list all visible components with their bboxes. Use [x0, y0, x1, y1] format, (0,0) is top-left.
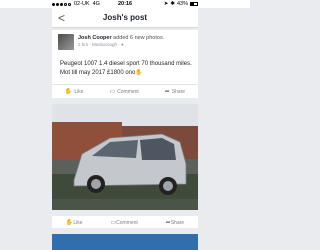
like-icon: ✋ — [64, 89, 73, 95]
clock: 20:16 — [118, 1, 133, 7]
post-meta: 2 hrs · Mexborough · ● — [78, 42, 124, 47]
avatar[interactable] — [58, 34, 74, 50]
car-photo[interactable] — [52, 104, 198, 210]
post-action-text: added 6 new photos. — [113, 35, 165, 41]
photo-share-button[interactable]: ➦Share — [166, 219, 184, 226]
battery-percent: 43% — [176, 1, 188, 7]
share-label: Share — [171, 88, 186, 95]
post-card: Josh Cooper added 6 new photos. 2 hrs · … — [52, 30, 198, 98]
comment-icon: ▭ — [109, 89, 116, 95]
post-body-text: Peugeot 1007 1.4 diesel sport 70 thousan… — [60, 61, 192, 76]
status-left: 02-UK 4G — [52, 1, 100, 7]
like-label: Like — [74, 88, 84, 95]
right-margin — [198, 8, 250, 250]
signal-icon — [52, 2, 71, 6]
author-name[interactable]: Josh Cooper — [78, 35, 112, 41]
network-label: 4G — [92, 1, 100, 7]
photo-comment-button[interactable]: ▭Comment — [110, 219, 137, 226]
page-title: Josh's post — [102, 13, 148, 22]
next-photo-preview[interactable] — [52, 234, 198, 250]
share-icon: ➦ — [164, 89, 170, 95]
post-actions: ✋ Like ▭ Comment ➦ Share — [52, 84, 198, 98]
left-margin — [0, 8, 52, 250]
car-photo-image — [52, 104, 198, 210]
photo-actions: ✋Like ▭Comment ➦Share — [52, 216, 198, 228]
navigation-bar: < Josh's post — [52, 8, 198, 28]
status-right: ➤ ✱ 43% — [164, 1, 198, 7]
author-line: Josh Cooper added 6 new photos. — [78, 35, 164, 41]
photo-like-button[interactable]: ✋Like — [66, 219, 83, 226]
share-button[interactable]: ➦ Share — [164, 88, 186, 96]
comment-label: Comment — [116, 219, 138, 226]
post-header: Josh Cooper added 6 new photos. 2 hrs · … — [52, 30, 198, 54]
status-bar: 02-UK 4G 20:16 ➤ ✱ 43% — [0, 0, 250, 8]
comment-button[interactable]: ▭ Comment — [109, 88, 139, 96]
post-body: Peugeot 1007 1.4 diesel sport 70 thousan… — [52, 54, 198, 80]
carrier-label: 02-UK — [74, 1, 90, 7]
like-label: Like — [73, 219, 83, 226]
bluetooth-icon: ✱ — [170, 1, 175, 7]
comment-label: Comment — [117, 88, 139, 95]
battery-icon — [190, 2, 198, 6]
share-label: Share — [170, 219, 185, 226]
thumbs-up-emoji-icon: ✋ — [135, 70, 143, 76]
location-icon: ➤ — [163, 1, 169, 7]
like-button[interactable]: ✋ Like — [64, 88, 84, 96]
